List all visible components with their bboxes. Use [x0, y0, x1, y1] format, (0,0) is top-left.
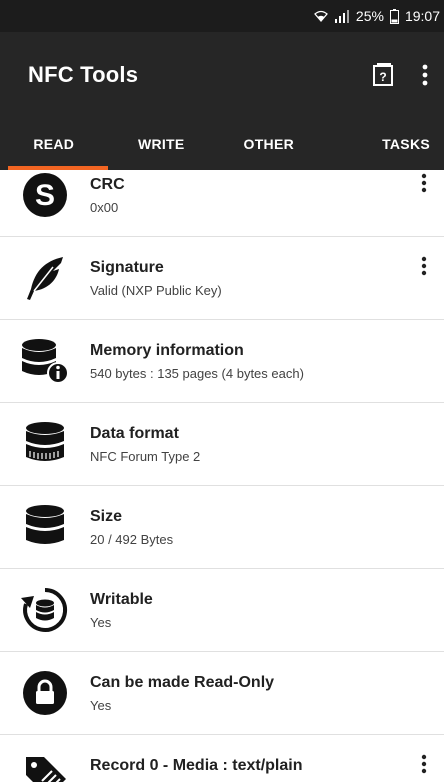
list-item-size[interactable]: Size 20 / 492 Bytes [0, 486, 444, 569]
help-book-icon[interactable]: ? [372, 63, 394, 87]
list-item-record-0[interactable]: Record 0 - Media : text/plain ellinas [0, 735, 444, 782]
item-overflow-menu-icon[interactable] [412, 251, 436, 281]
database-icon [0, 504, 90, 550]
list-item-can-be-made-read-only[interactable]: Can be made Read-Only Yes [0, 652, 444, 735]
item-title: Record 0 - Media : text/plain [90, 756, 303, 774]
wifi-icon [313, 9, 328, 23]
database-info-icon [0, 338, 90, 384]
item-title: CRC [90, 175, 125, 193]
tab-bar: READ WRITE OTHER TASKS [0, 118, 444, 170]
item-subtitle: 0x00 [90, 199, 119, 215]
signal-icon [334, 9, 350, 23]
item-subtitle: Yes [90, 697, 112, 713]
item-subtitle: NFC Forum Type 2 [90, 448, 201, 464]
item-subtitle: 20 / 492 Bytes [90, 531, 174, 547]
lock-icon [0, 670, 90, 716]
tab-write[interactable]: WRITE [108, 118, 216, 170]
item-title: Memory information [90, 341, 244, 359]
tag-info-list[interactable]: S CRC 0x00 Signature Valid (NXP Public K… [0, 170, 444, 782]
app-bar: NFC Tools ? [0, 32, 444, 118]
item-title: Signature [90, 258, 164, 276]
overflow-menu-icon[interactable] [422, 64, 428, 86]
tab-read[interactable]: READ [0, 118, 108, 170]
svg-text:?: ? [379, 70, 386, 84]
tab-tasks[interactable]: TASKS [323, 118, 444, 170]
tag-icon [0, 753, 90, 782]
list-item-memory-information[interactable]: Memory information 540 bytes : 135 pages… [0, 320, 444, 403]
item-overflow-menu-icon[interactable] [412, 749, 436, 779]
list-item-crc[interactable]: S CRC 0x00 [0, 170, 444, 237]
item-overflow-menu-icon[interactable] [412, 170, 436, 198]
clock-time: 19:07 [404, 8, 440, 24]
status-bar: 25% 19:07 [0, 0, 444, 32]
database-format-icon [0, 421, 90, 467]
item-title: Writable [90, 590, 153, 608]
feather-icon [0, 255, 90, 301]
list-item-data-format[interactable]: Data format NFC Forum Type 2 [0, 403, 444, 486]
item-title: Can be made Read-Only [90, 673, 275, 691]
s-badge-icon: S [0, 172, 90, 218]
item-subtitle: Valid (NXP Public Key) [90, 282, 222, 298]
item-title: Size [90, 507, 123, 525]
list-item-writable[interactable]: Writable Yes [0, 569, 444, 652]
item-subtitle: 540 bytes : 135 pages (4 bytes each) [90, 365, 304, 381]
tab-other[interactable]: OTHER [215, 118, 323, 170]
item-subtitle: Yes [90, 614, 112, 630]
battery-icon [389, 8, 399, 24]
item-title: Data format [90, 424, 179, 442]
list-item-signature[interactable]: Signature Valid (NXP Public Key) [0, 237, 444, 320]
app-actions: ? [372, 63, 428, 87]
database-writable-icon [0, 586, 90, 634]
app-screen: 25% 19:07 NFC Tools ? READ WRITE OTHER T… [0, 0, 444, 782]
battery-percent: 25% [355, 8, 384, 24]
app-title: NFC Tools [28, 62, 139, 87]
svg-text:S: S [35, 179, 55, 212]
